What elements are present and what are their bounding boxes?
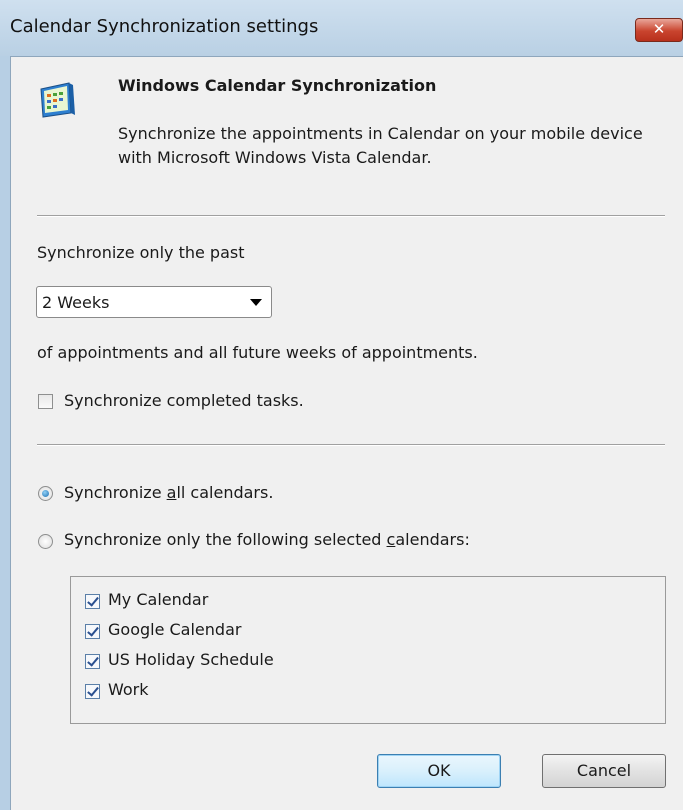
calendar-list: My Calendar Google Calendar US Holiday S… xyxy=(70,576,666,724)
dialog-description: Synchronize the appointments in Calendar… xyxy=(118,124,643,167)
cancel-button[interactable]: Cancel xyxy=(542,754,666,788)
divider xyxy=(37,444,665,446)
calendar-checkbox[interactable] xyxy=(85,594,100,609)
calendar-label: My Calendar xyxy=(108,590,209,609)
calendar-checkbox[interactable] xyxy=(85,654,100,669)
ok-button[interactable]: OK xyxy=(377,754,501,788)
range-label: Synchronize only the past xyxy=(37,243,245,262)
window-title: Calendar Synchronization settings xyxy=(10,16,319,37)
chevron-down-icon xyxy=(250,299,262,306)
selected-calendars-label: Synchronize only the following selected … xyxy=(64,530,470,549)
dialog-body: Windows Calendar Synchronization Synchro… xyxy=(10,56,683,810)
calendar-checkbox[interactable] xyxy=(85,624,100,639)
close-icon: ✕ xyxy=(652,20,666,38)
calendar-icon xyxy=(40,82,75,118)
close-button[interactable]: ✕ xyxy=(635,18,683,42)
title-bar[interactable]: Calendar Synchronization settings ✕ xyxy=(0,0,683,56)
settings-dialog: Calendar Synchronization settings ✕ Wind… xyxy=(0,0,683,810)
calendar-checkbox[interactable] xyxy=(85,684,100,699)
range-dropdown[interactable]: 2 Weeks xyxy=(36,286,272,318)
selected-calendars-radio[interactable] xyxy=(38,534,53,549)
all-calendars-radio[interactable] xyxy=(38,486,53,501)
all-calendars-label: Synchronize all calendars. xyxy=(64,483,274,502)
completed-tasks-label: Synchronize completed tasks. xyxy=(64,391,304,410)
completed-tasks-checkbox[interactable] xyxy=(38,394,53,409)
calendar-label: US Holiday Schedule xyxy=(108,650,274,669)
calendar-label: Google Calendar xyxy=(108,620,242,639)
calendar-label: Work xyxy=(108,680,149,699)
divider xyxy=(37,215,665,217)
dialog-heading: Windows Calendar Synchronization xyxy=(118,76,437,95)
range-dropdown-value: 2 Weeks xyxy=(42,293,110,312)
range-suffix: of appointments and all future weeks of … xyxy=(37,343,478,362)
